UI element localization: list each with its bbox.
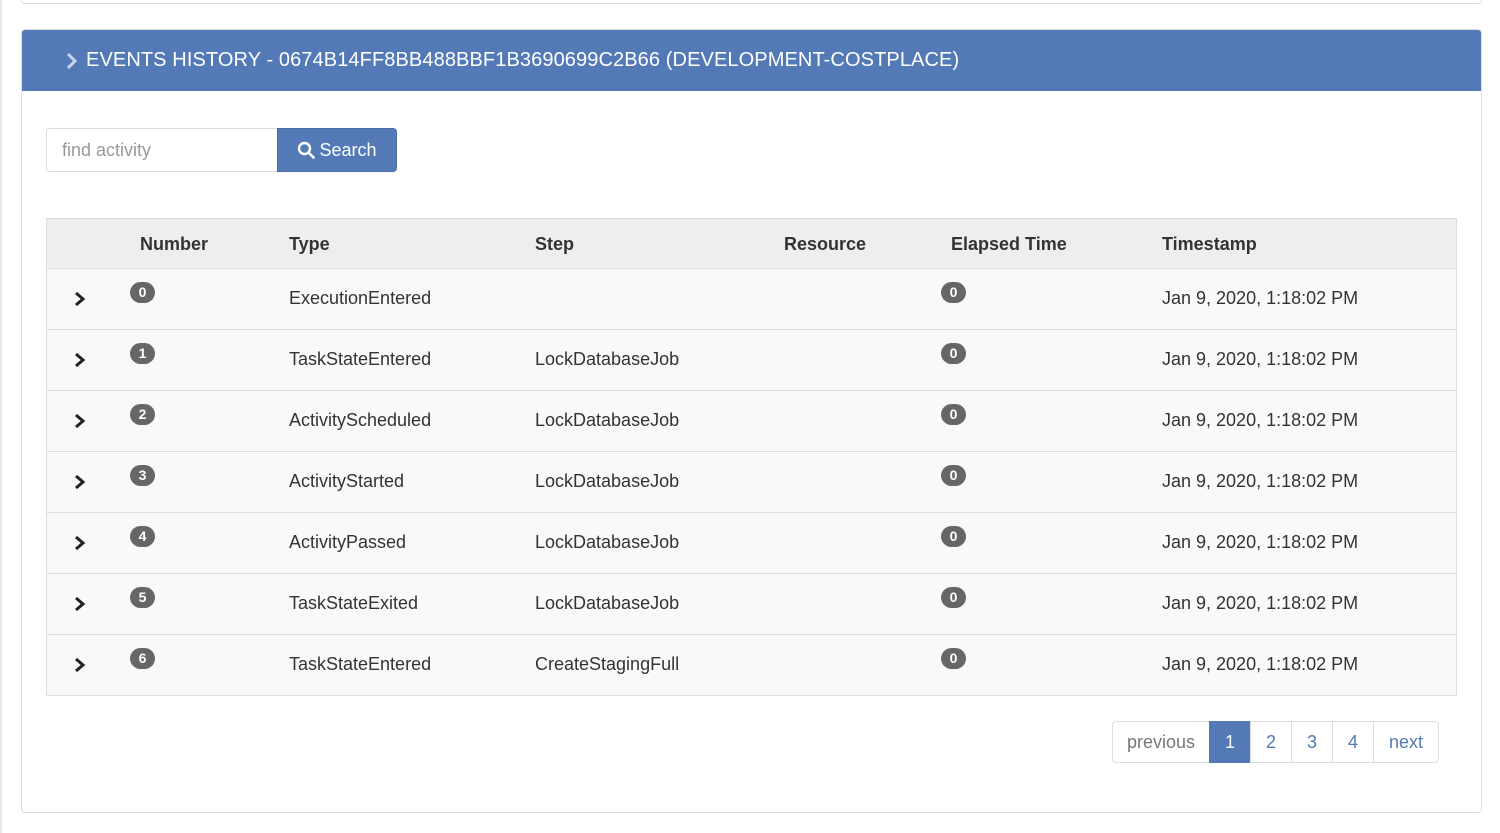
step-cell: LockDatabaseJob bbox=[535, 349, 680, 369]
table-row[interactable]: 1 TaskStateEntered LockDatabaseJob 0 Jan 9, … bbox=[47, 330, 1456, 391]
table-row[interactable]: 2 ActivityScheduled LockDatabaseJob 0 Jan 9,… bbox=[47, 391, 1456, 452]
type-cell: ActivityStarted bbox=[289, 471, 405, 491]
type-cell: TaskStateExited bbox=[289, 593, 419, 613]
timestamp-cell: Jan 9, 2020, 1:18:02 PM bbox=[1162, 471, 1359, 491]
number-badge: 3 bbox=[130, 465, 155, 486]
panel-title: EVENTS HISTORY - 0674B14FF8BB488BBF1B369… bbox=[86, 49, 960, 71]
elapsed-time-badge: 0 bbox=[941, 526, 966, 547]
previous-panel-edge bbox=[21, 0, 1482, 4]
expand-row-chevron-icon[interactable] bbox=[73, 290, 87, 308]
search-input[interactable] bbox=[46, 128, 277, 172]
pagination: previous 1 2 3 4 next bbox=[1112, 721, 1439, 763]
elapsed-time-badge: 0 bbox=[941, 404, 966, 425]
column-header-number[interactable]: Number bbox=[140, 219, 208, 269]
column-header-resource[interactable]: Resource bbox=[784, 219, 866, 269]
type-cell: ActivityPassed bbox=[289, 532, 407, 552]
expand-row-chevron-icon[interactable] bbox=[73, 534, 87, 552]
pagination-page-4[interactable]: 4 bbox=[1332, 721, 1374, 763]
search-button-label: Search bbox=[319, 139, 377, 160]
pagination-page-3[interactable]: 3 bbox=[1291, 721, 1333, 763]
column-header-type[interactable]: Type bbox=[289, 219, 330, 269]
step-cell: LockDatabaseJob bbox=[535, 532, 680, 552]
column-header-timestamp[interactable]: Timestamp bbox=[1162, 219, 1257, 269]
timestamp-cell: Jan 9, 2020, 1:18:02 PM bbox=[1162, 288, 1359, 308]
timestamp-cell: Jan 9, 2020, 1:18:02 PM bbox=[1162, 532, 1359, 552]
type-cell: TaskStateEntered bbox=[289, 349, 432, 369]
elapsed-time-badge: 0 bbox=[941, 648, 966, 669]
number-badge: 1 bbox=[130, 343, 155, 364]
pagination-page-1[interactable]: 1 bbox=[1209, 721, 1251, 763]
search-button[interactable]: Search bbox=[277, 128, 397, 172]
search-bar: Search bbox=[46, 128, 397, 172]
events-table: Number Type Step Resource Elapsed Time T… bbox=[46, 218, 1457, 696]
timestamp-cell: Jan 9, 2020, 1:18:02 PM bbox=[1162, 654, 1359, 674]
page-left-border bbox=[0, 0, 2, 833]
pagination-page-2[interactable]: 2 bbox=[1250, 721, 1292, 763]
elapsed-time-badge: 0 bbox=[941, 343, 966, 364]
type-cell: ActivityScheduled bbox=[289, 410, 432, 430]
number-badge: 5 bbox=[130, 587, 155, 608]
number-badge: 0 bbox=[130, 282, 155, 303]
table-header: Number Type Step Resource Elapsed Time T… bbox=[47, 219, 1456, 269]
search-icon bbox=[298, 141, 316, 159]
chevron-right-icon bbox=[66, 52, 80, 70]
expand-row-chevron-icon[interactable] bbox=[73, 412, 87, 430]
expand-row-chevron-icon[interactable] bbox=[73, 473, 87, 491]
elapsed-time-badge: 0 bbox=[941, 282, 966, 303]
table-row[interactable]: 5 TaskStateExited LockDatabaseJob 0 Jan 9, 2… bbox=[47, 574, 1456, 635]
elapsed-time-badge: 0 bbox=[941, 465, 966, 486]
timestamp-cell: Jan 9, 2020, 1:18:02 PM bbox=[1162, 593, 1359, 613]
number-badge: 6 bbox=[130, 648, 155, 669]
expand-row-chevron-icon[interactable] bbox=[73, 595, 87, 613]
elapsed-time-badge: 0 bbox=[941, 587, 966, 608]
pagination-previous[interactable]: previous bbox=[1112, 721, 1210, 763]
number-badge: 4 bbox=[130, 526, 155, 547]
column-header-step[interactable]: Step bbox=[535, 219, 574, 269]
table-row[interactable]: 3 ActivityStarted LockDatabaseJob 0 Jan 9, 2… bbox=[47, 452, 1456, 513]
step-cell: LockDatabaseJob bbox=[535, 471, 680, 491]
table-body: 0 ExecutionEntered 0 Jan 9, 2020, 1:18:02 P… bbox=[47, 269, 1456, 695]
expand-row-chevron-icon[interactable] bbox=[73, 656, 87, 674]
type-cell: ExecutionEntered bbox=[289, 288, 432, 308]
step-cell: LockDatabaseJob bbox=[535, 410, 680, 430]
step-cell: LockDatabaseJob bbox=[535, 593, 680, 613]
expand-row-chevron-icon[interactable] bbox=[73, 351, 87, 369]
table-row[interactable]: 0 ExecutionEntered 0 Jan 9, 2020, 1:18:02 P… bbox=[47, 269, 1456, 330]
timestamp-cell: Jan 9, 2020, 1:18:02 PM bbox=[1162, 349, 1359, 369]
table-row[interactable]: 6 TaskStateEntered CreateStagingFull 0 Jan 9… bbox=[47, 635, 1456, 695]
panel-heading[interactable]: EVENTS HISTORY - 0674B14FF8BB488BBF1B369… bbox=[22, 30, 1481, 91]
number-badge: 2 bbox=[130, 404, 155, 425]
step-cell: CreateStagingFull bbox=[535, 654, 680, 674]
table-row[interactable]: 4 ActivityPassed LockDatabaseJob 0 Jan 9, 20… bbox=[47, 513, 1456, 574]
timestamp-cell: Jan 9, 2020, 1:18:02 PM bbox=[1162, 410, 1359, 430]
pagination-next[interactable]: next bbox=[1373, 721, 1439, 763]
column-header-elapsed-time[interactable]: Elapsed Time bbox=[951, 219, 1067, 269]
events-history-panel: EVENTS HISTORY - 0674B14FF8BB488BBF1B369… bbox=[21, 29, 1482, 813]
type-cell: TaskStateEntered bbox=[289, 654, 432, 674]
